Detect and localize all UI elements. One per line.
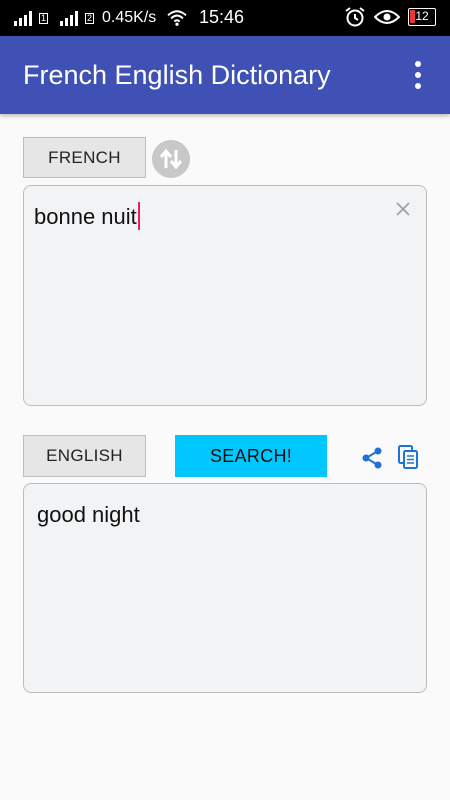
source-text-area[interactable]: bonne nuit [23, 185, 427, 406]
share-icon[interactable] [360, 446, 384, 470]
overflow-menu-icon[interactable] [398, 55, 438, 95]
text-cursor [137, 202, 140, 230]
signal-icon [14, 10, 32, 26]
network-speed: 0.45K/s [102, 9, 157, 26]
status-bar: 1 2 0.45K/s 15:46 12 [0, 0, 450, 36]
status-right: 12 [344, 6, 436, 28]
app-bar: French English Dictionary [0, 36, 450, 114]
alarm-icon [345, 7, 365, 27]
translation-text: good night [37, 502, 140, 527]
swap-icon[interactable] [152, 140, 190, 178]
translation-output-area: good night [23, 483, 427, 693]
app-title: French English Dictionary [23, 59, 331, 90]
search-button[interactable]: SEARCH! [175, 435, 327, 477]
status-left: 1 2 0.45K/s [0, 9, 188, 27]
sim2-label: 2 [85, 12, 95, 24]
eye-icon [374, 10, 400, 24]
source-text-input[interactable]: bonne nuit [34, 202, 140, 230]
battery-icon: 12 [408, 8, 436, 26]
target-language-button[interactable]: ENGLISH [23, 435, 146, 477]
signal-icon [60, 10, 79, 26]
clear-icon[interactable] [394, 200, 412, 218]
wifi-icon [167, 10, 187, 26]
battery-level: 12 [415, 9, 429, 23]
clock: 15:46 [199, 7, 245, 27]
source-language-button[interactable]: FRENCH [23, 137, 146, 178]
copy-icon[interactable] [397, 444, 419, 470]
source-text: bonne nuit [34, 204, 137, 229]
sim1-label: 1 [39, 12, 49, 24]
